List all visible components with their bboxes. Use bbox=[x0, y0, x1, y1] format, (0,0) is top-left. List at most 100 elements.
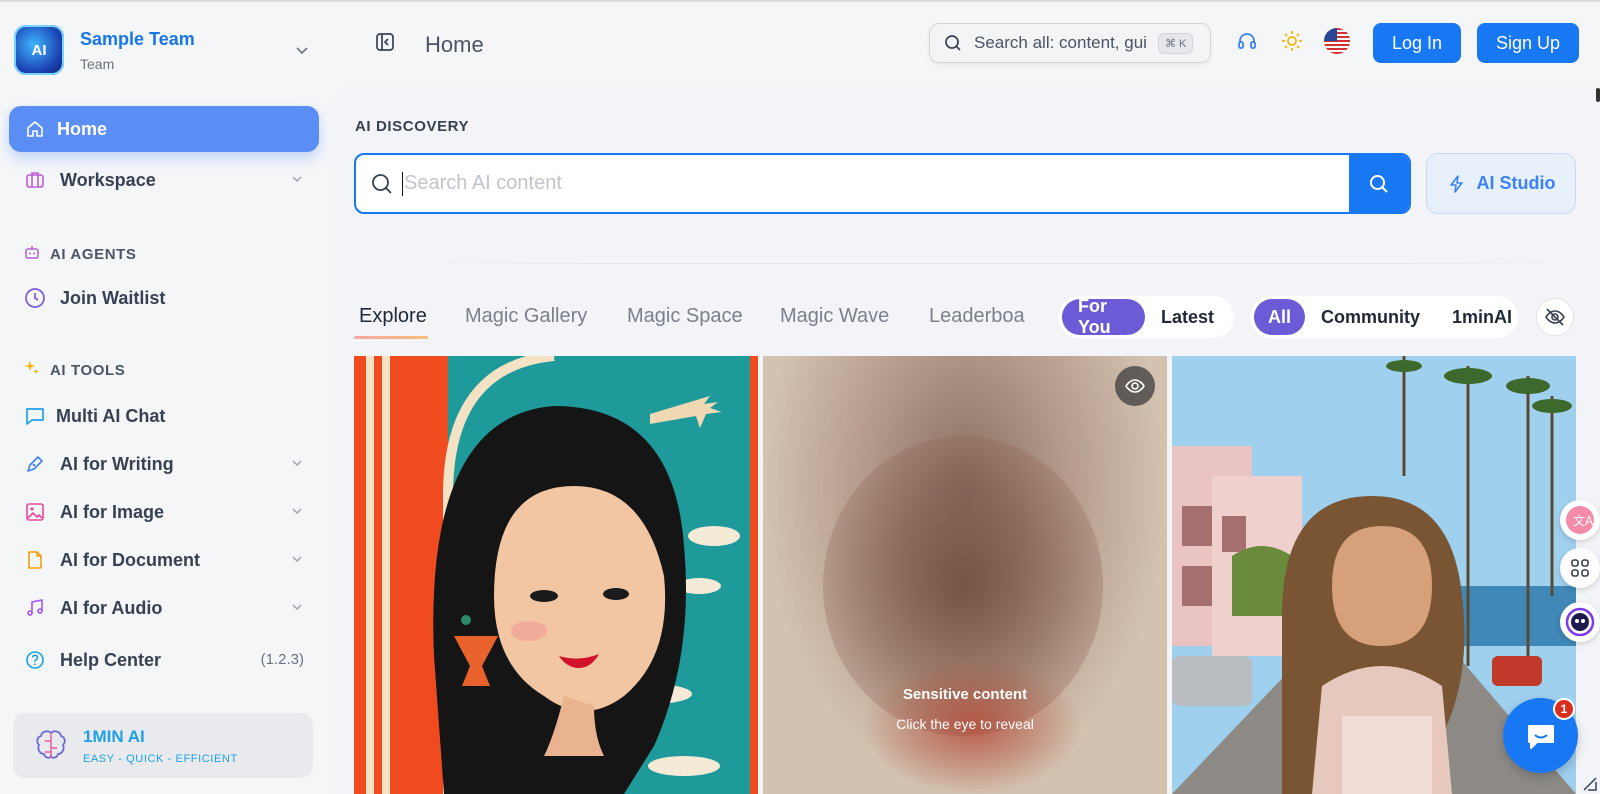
search-icon bbox=[1370, 174, 1388, 193]
support-button[interactable] bbox=[1236, 30, 1258, 57]
tab-magic-wave[interactable]: Magic Wave bbox=[780, 305, 889, 328]
chat-icon bbox=[24, 405, 46, 427]
tab-magic-space[interactable]: Magic Space bbox=[627, 305, 743, 328]
toggle-community[interactable]: Community bbox=[1305, 299, 1436, 335]
pen-icon bbox=[24, 453, 46, 475]
sidebar-item-ai-writing[interactable]: AI for Writing bbox=[24, 449, 304, 479]
sidebar-item-ai-audio[interactable]: AI for Audio bbox=[24, 593, 304, 623]
sidebar-item-label: AI for Image bbox=[60, 501, 165, 522]
sun-icon bbox=[1282, 31, 1302, 51]
tab-leaderboard[interactable]: Leaderboa bbox=[929, 305, 1027, 328]
lightning-icon bbox=[1449, 174, 1463, 193]
translate-icon: 文A bbox=[1566, 506, 1594, 534]
brand-banner[interactable]: 1MIN AI EASY - QUICK - EFFICIENT bbox=[13, 713, 313, 778]
chevron-down-icon bbox=[292, 460, 302, 467]
toggle-all[interactable]: All bbox=[1254, 299, 1306, 335]
sidebar-item-label: Help Center bbox=[60, 649, 162, 670]
bot-face-icon bbox=[1565, 607, 1595, 637]
discovery-search-button[interactable] bbox=[1349, 155, 1409, 212]
chevron-down-icon bbox=[292, 556, 302, 563]
tab-magic-gallery[interactable]: Magic Gallery bbox=[465, 305, 587, 328]
content-card[interactable] bbox=[354, 356, 758, 794]
us-flag-icon bbox=[1324, 28, 1350, 54]
chevron-down-icon bbox=[292, 604, 302, 611]
eye-icon bbox=[1125, 379, 1145, 393]
search-icon bbox=[372, 173, 392, 194]
toggle-latest[interactable]: Latest bbox=[1145, 299, 1230, 335]
theme-toggle[interactable] bbox=[1281, 30, 1303, 57]
brain-icon bbox=[36, 729, 66, 759]
page-title: Home bbox=[425, 32, 484, 57]
eye-off-icon bbox=[1545, 308, 1565, 326]
team-logo: AI bbox=[14, 25, 64, 75]
assistant-button[interactable] bbox=[1560, 602, 1600, 642]
text-cursor bbox=[402, 171, 403, 196]
clock-icon bbox=[24, 287, 46, 309]
robot-icon bbox=[24, 244, 40, 264]
home-icon bbox=[27, 121, 43, 137]
global-search-input[interactable]: Search all: content, gui ⌘ K bbox=[929, 23, 1211, 63]
content-card-sensitive[interactable]: Sensitive content Click the eye to revea… bbox=[763, 356, 1167, 794]
sidebar-item-join-waitlist[interactable]: Join Waitlist bbox=[24, 283, 304, 313]
sidebar-item-label: Workspace bbox=[60, 169, 156, 190]
brand-title: 1MIN AI bbox=[83, 726, 145, 746]
sidebar-item-home[interactable]: Home bbox=[9, 106, 319, 152]
sidebar-item-multi-ai-chat[interactable]: Multi AI Chat bbox=[24, 401, 304, 431]
team-name: Sample Team bbox=[80, 28, 195, 49]
section-ai-tools: AI TOOLS bbox=[24, 360, 125, 380]
sensitive-subtitle: Click the eye to reveal bbox=[896, 716, 1034, 732]
sidebar-item-ai-image[interactable]: AI for Image bbox=[24, 497, 304, 527]
document-icon bbox=[24, 549, 46, 571]
sidebar-item-label: AI for Audio bbox=[60, 597, 163, 618]
source-toggle: All Community 1minAI bbox=[1250, 296, 1518, 338]
active-tab-indicator bbox=[354, 336, 428, 339]
sidebar-item-help-center[interactable]: Help Center (1.2.3) bbox=[24, 645, 304, 675]
reveal-button[interactable] bbox=[1115, 366, 1155, 406]
resize-icon bbox=[1583, 777, 1597, 791]
section-ai-agents: AI AGENTS bbox=[24, 244, 137, 264]
divider bbox=[430, 263, 1560, 264]
sidebar-collapse-icon bbox=[376, 33, 394, 51]
music-icon bbox=[24, 597, 46, 619]
sidebar-item-label: Multi AI Chat bbox=[56, 405, 166, 426]
app-version: (1.2.3) bbox=[260, 651, 304, 668]
search-placeholder: Search all: content, gui bbox=[974, 33, 1147, 52]
sidebar-item-workspace[interactable]: Workspace bbox=[24, 165, 304, 195]
search-icon bbox=[945, 35, 961, 51]
team-type: Team bbox=[80, 55, 115, 72]
sidebar-item-ai-document[interactable]: AI for Document bbox=[24, 545, 304, 575]
scrollbar[interactable] bbox=[1596, 88, 1600, 102]
chat-unread-badge: 1 bbox=[1553, 698, 1575, 720]
discovery-heading: AI DISCOVERY bbox=[355, 118, 470, 135]
team-switcher[interactable]: AI Sample Team Team bbox=[14, 24, 324, 76]
signup-button[interactable]: Sign Up bbox=[1477, 23, 1579, 63]
sidebar-collapse-button[interactable] bbox=[375, 32, 395, 57]
hide-sensitive-button[interactable] bbox=[1536, 298, 1574, 336]
toggle-1minai[interactable]: 1minAI bbox=[1436, 299, 1528, 335]
sidebar-item-label: AI for Writing bbox=[60, 453, 174, 474]
retro-portrait-image bbox=[354, 356, 758, 794]
discovery-search-placeholder: Search AI content bbox=[404, 172, 562, 194]
chevron-down-icon bbox=[292, 508, 302, 515]
grid-icon bbox=[1571, 559, 1589, 577]
feed-toggle: For You Latest bbox=[1058, 296, 1234, 338]
sensitive-title: Sensitive content bbox=[902, 686, 1028, 703]
ai-studio-button[interactable]: AI Studio bbox=[1426, 153, 1576, 214]
resize-handle[interactable] bbox=[1582, 776, 1598, 794]
login-button[interactable]: Log In bbox=[1373, 23, 1461, 63]
tab-explore[interactable]: Explore bbox=[359, 305, 427, 328]
chevron-down-icon bbox=[296, 47, 308, 55]
sidebar-item-label: Join Waitlist bbox=[60, 287, 166, 308]
toggle-for-you[interactable]: For You bbox=[1062, 296, 1145, 337]
help-icon bbox=[24, 649, 46, 671]
discovery-search-input[interactable]: Search AI content bbox=[354, 153, 1411, 214]
apps-button[interactable] bbox=[1560, 548, 1600, 588]
headphones-icon bbox=[1238, 33, 1256, 49]
translate-button[interactable]: 文A bbox=[1560, 500, 1600, 540]
chat-bubble-icon bbox=[1527, 724, 1554, 749]
briefcase-icon bbox=[24, 169, 46, 191]
brand-tagline: EASY - QUICK - EFFICIENT bbox=[83, 752, 238, 765]
shortcut-badge: ⌘ K bbox=[1158, 32, 1194, 54]
language-selector[interactable] bbox=[1324, 28, 1350, 59]
sparkles-icon bbox=[24, 360, 40, 380]
